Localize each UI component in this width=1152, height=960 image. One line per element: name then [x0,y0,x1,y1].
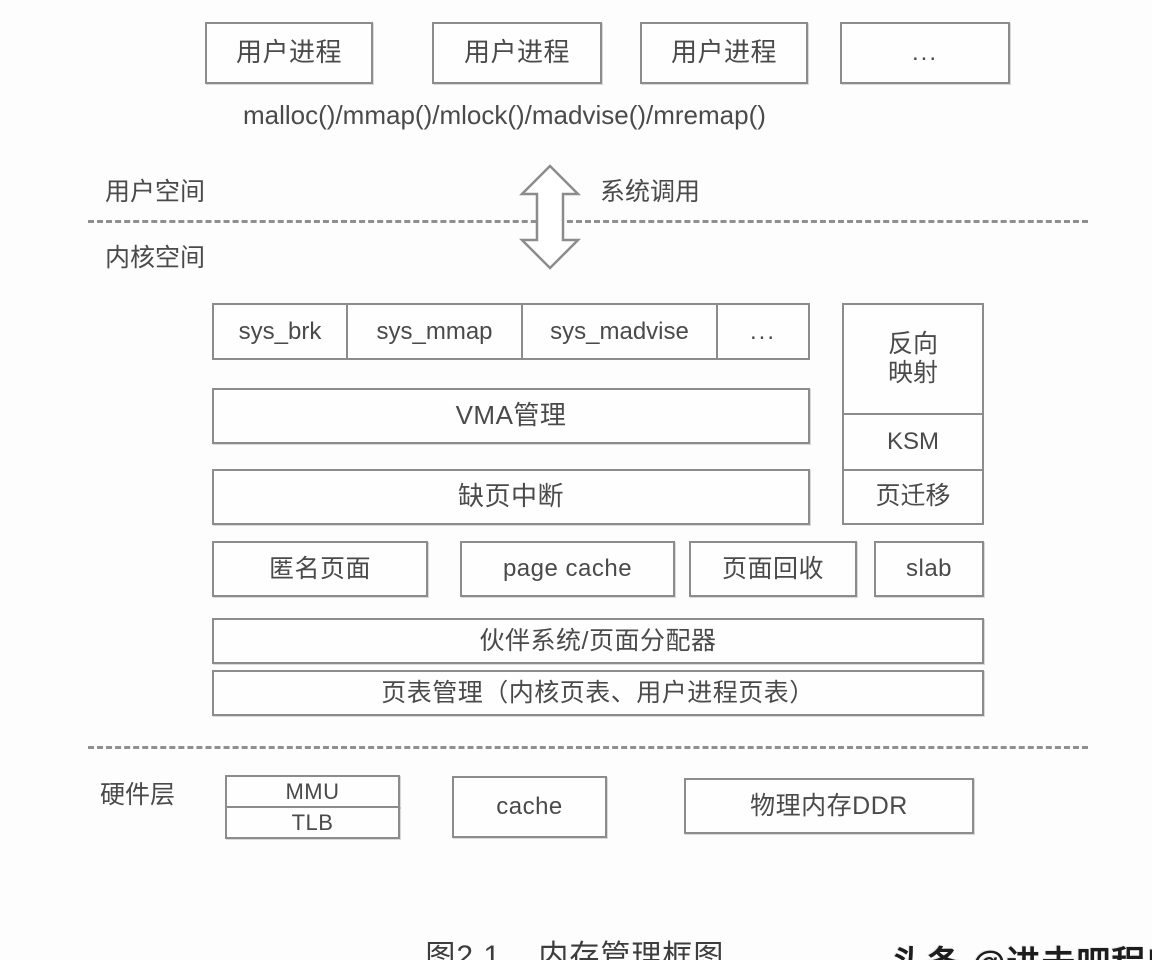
kernel-hardware-divider [88,746,1088,749]
tlb-box: TLB [225,806,400,839]
user-space-label: 用户空间 [105,178,206,206]
user-process-box-2: 用户进程 [432,22,602,84]
kernel-space-label: 内核空间 [105,244,206,272]
page-fault-box: 缺页中断 [212,469,810,525]
anon-pages-box: 匿名页面 [212,541,428,597]
cache-box: cache [452,776,607,838]
syscall-cell-more: ... [716,303,810,360]
system-call-label: 系统调用 [600,178,701,206]
vma-management-box: VMA管理 [212,388,810,444]
user-process-box-1: 用户进程 [205,22,373,84]
user-process-label: 用户进程 [463,37,570,68]
user-process-label: 用户进程 [235,37,342,68]
memory-api-line: malloc()/mmap()/mlock()/madvise()/mremap… [243,100,766,130]
system-call-arrow-icon [518,163,582,276]
physical-memory-ddr-box: 物理内存DDR [684,778,974,834]
page-reclaim-box: 页面回收 [689,541,857,597]
watermark: 头条 @进击吧程序猿 [850,897,1152,960]
figure-canvas: 用户进程 用户进程 用户进程 ... malloc()/mmap()/mlock… [0,0,1152,960]
reverse-mapping-box: 反向 映射 [842,303,984,415]
figure-caption: 图2.1 内存管理框图 [425,940,725,960]
ellipsis-label: ... [911,39,938,67]
syscall-cell-sys-brk: sys_brk [212,303,348,360]
ellipsis-label: ... [749,317,776,345]
slab-box: slab [874,541,984,597]
ksm-box: KSM [842,413,984,471]
page-table-management-box: 页表管理（内核页表、用户进程页表） [212,670,984,716]
syscall-cell-sys-madvise: sys_madvise [521,303,718,360]
buddy-allocator-box: 伙伴系统/页面分配器 [212,618,984,664]
user-process-box-3: 用户进程 [640,22,808,84]
syscall-cell-sys-mmap: sys_mmap [346,303,523,360]
page-cache-box: page cache [460,541,675,597]
user-process-label: 用户进程 [670,37,777,68]
page-migration-box: 页迁移 [842,469,984,525]
user-process-box-more: ... [840,22,1010,84]
mmu-box: MMU [225,775,400,808]
user-kernel-divider [88,220,1088,223]
hardware-layer-label: 硬件层 [100,781,176,809]
